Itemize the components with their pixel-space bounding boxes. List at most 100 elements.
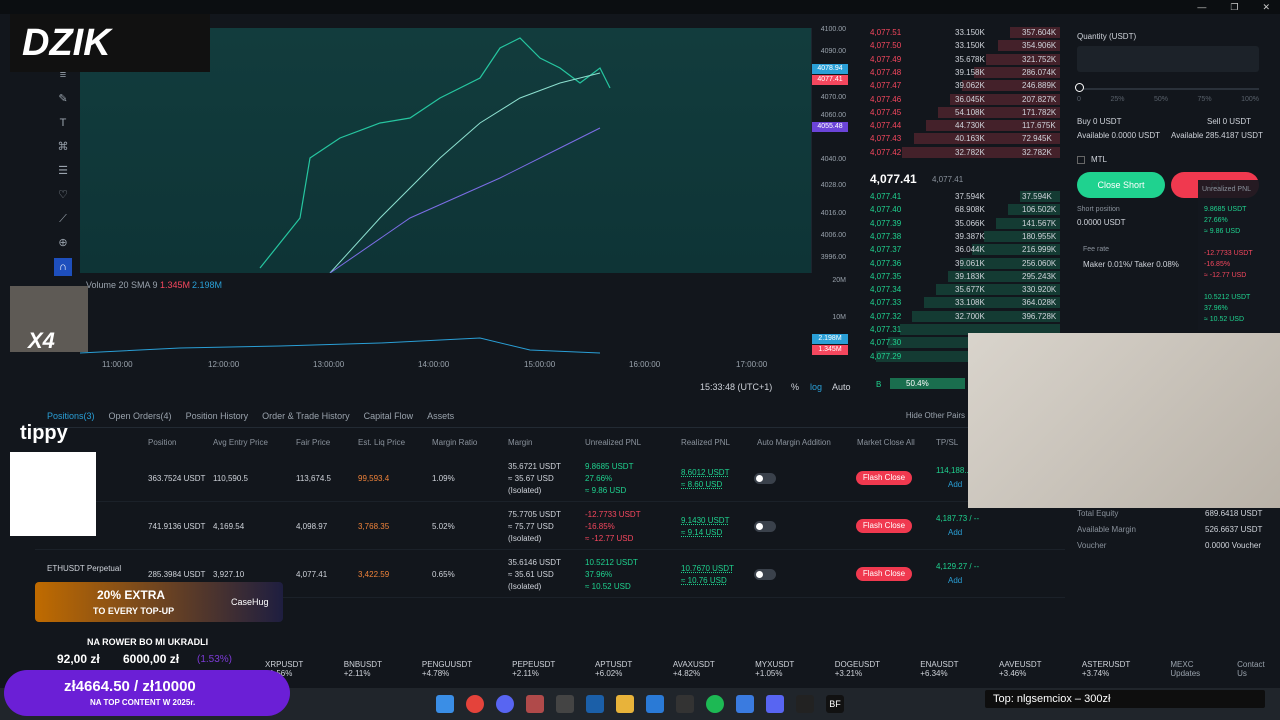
bid-row[interactable]: 4,077.34 35.677K 330.920K: [860, 283, 1060, 296]
spotify-icon[interactable]: [706, 695, 724, 713]
tab-open-orders[interactable]: Open Orders(4): [109, 411, 172, 421]
auto-margin-toggle[interactable]: [754, 521, 776, 532]
app-icon[interactable]: [766, 695, 784, 713]
ask-row[interactable]: 4,077.49 35.678K 321.752K: [860, 53, 1060, 66]
auto-toggle[interactable]: Auto: [832, 382, 851, 392]
tab-position-history[interactable]: Position History: [186, 411, 249, 421]
position-row[interactable]: Perpetual363.7524 USDT110,590.5113,674.5…: [35, 454, 1065, 502]
app-icon[interactable]: BF: [826, 695, 844, 713]
bid-row[interactable]: 4,077.37 36.044K 216.999K: [860, 243, 1060, 256]
mtl-checkbox[interactable]: [1077, 156, 1085, 164]
table-header: Position Avg Entry Price Fair Price Est.…: [35, 438, 1065, 452]
flash-close-button[interactable]: Flash Close: [856, 519, 912, 533]
ticker-item[interactable]: MYXUSDT +1.05%: [755, 660, 821, 678]
bid-row[interactable]: 4,077.35 39.183K 295.243K: [860, 270, 1060, 283]
fib-tool-icon[interactable]: ☰: [54, 162, 72, 180]
position-row[interactable]: Perpetual741.9136 USDT4,169.544,098.973,…: [35, 502, 1065, 550]
auto-margin-toggle[interactable]: [754, 473, 776, 484]
app-icon[interactable]: [526, 695, 544, 713]
minimize-icon[interactable]: —: [1197, 2, 1206, 13]
ask-price: 4,077.42: [870, 147, 902, 157]
ask-row[interactable]: 4,077.47 39.062K 246.889K: [860, 79, 1060, 92]
ticker-item[interactable]: DOGEUSDT +3.21%: [835, 660, 907, 678]
tpsl-add-button[interactable]: Add: [948, 480, 962, 489]
terminal-icon[interactable]: [796, 695, 814, 713]
price-axis: 4100.00 4090.00 4070.00 4060.00 4040.00 …: [812, 14, 860, 384]
ask-row[interactable]: 4,077.45 54.108K 171.782K: [860, 106, 1060, 119]
pencil-icon[interactable]: ✎: [54, 90, 72, 108]
close-short-button[interactable]: Close Short: [1077, 172, 1165, 198]
bid-row[interactable]: 4,077.39 35.066K 141.567K: [860, 217, 1060, 230]
hide-other-pairs[interactable]: Hide Other Pairs: [906, 411, 965, 420]
notes-icon[interactable]: [736, 695, 754, 713]
bid-row[interactable]: 4,077.33 33.108K 364.028K: [860, 296, 1060, 309]
percent-toggle[interactable]: %: [791, 382, 799, 392]
ticker-item[interactable]: ENAUSDT +6.34%: [920, 660, 985, 678]
bid-size: 35.677K: [955, 285, 985, 295]
bid-row[interactable]: 4,077.38 39.387K 180.955K: [860, 230, 1060, 243]
slider-handle[interactable]: [1075, 83, 1084, 92]
ticker-item[interactable]: PENGUUSDT +4.78%: [422, 660, 498, 678]
quantity-input[interactable]: [1077, 46, 1259, 72]
heart-icon[interactable]: ♡: [54, 186, 72, 204]
discord-icon[interactable]: [496, 695, 514, 713]
ask-row[interactable]: 4,077.42 32.782K 32.782K: [860, 146, 1060, 159]
qty-slider[interactable]: [1077, 88, 1259, 90]
auto-margin-toggle[interactable]: [754, 569, 776, 580]
ask-row[interactable]: 4,077.51 33.150K 357.604K: [860, 26, 1060, 39]
folder-icon[interactable]: [616, 695, 634, 713]
ask-row[interactable]: 4,077.43 40.163K 72.945K: [860, 132, 1060, 145]
bid-row[interactable]: 4,077.40 68.908K 106.502K: [860, 203, 1060, 216]
tpsl-add-button[interactable]: Add: [948, 528, 962, 537]
ruler-icon[interactable]: ⟋: [54, 210, 72, 228]
bid-row[interactable]: 4,077.32 32.700K 396.728K: [860, 310, 1060, 323]
ask-row[interactable]: 4,077.48 39.158K 286.074K: [860, 66, 1060, 79]
ticker-item[interactable]: PEPEUSDT +2.11%: [512, 660, 581, 678]
magnet-icon[interactable]: ∩: [54, 258, 72, 276]
bid-size: 39.387K: [955, 231, 985, 241]
zoom-icon[interactable]: ⊕: [54, 234, 72, 252]
flash-close-button[interactable]: Flash Close: [856, 567, 912, 581]
ticker-item[interactable]: BNBUSDT +2.11%: [344, 660, 408, 678]
steam-icon[interactable]: [586, 695, 604, 713]
ticker-item[interactable]: AVAXUSDT +4.82%: [673, 660, 741, 678]
tab-assets[interactable]: Assets: [427, 411, 454, 421]
ticker-item[interactable]: MEXC Updates: [1170, 660, 1223, 678]
ask-row[interactable]: 4,077.50 33.150K 354.906K: [860, 39, 1060, 52]
windows-start-icon[interactable]: [436, 695, 454, 713]
text-tool-icon[interactable]: T: [54, 114, 72, 132]
log-toggle[interactable]: log: [810, 382, 822, 392]
app-icon[interactable]: [556, 695, 574, 713]
ticker-item[interactable]: AAVEUSDT +3.46%: [999, 660, 1068, 678]
tab-positions[interactable]: Positions(3): [47, 411, 95, 421]
ticker-item[interactable]: APTUSDT +6.02%: [595, 660, 659, 678]
margin-line: ≈ 35.61 USD: [508, 570, 554, 579]
ticker-item[interactable]: ASTERUSDT +3.74%: [1082, 660, 1157, 678]
liq-price: 99,593.4: [358, 474, 390, 483]
bid-total: 180.955K: [1022, 231, 1057, 241]
chrome-icon[interactable]: [466, 695, 484, 713]
close-icon[interactable]: ✕: [1262, 2, 1270, 13]
tick: 100%: [1241, 96, 1259, 103]
col-header: Unrealized PNL: [585, 438, 642, 447]
margin-line: 75.7705 USDT: [508, 510, 561, 519]
tab-capital-flow[interactable]: Capital Flow: [364, 411, 414, 421]
window-controls: — ❐ ✕: [1197, 2, 1270, 13]
bid-row[interactable]: 4,077.36 39.061K 256.060K: [860, 257, 1060, 270]
node-tool-icon[interactable]: ⌘: [54, 138, 72, 156]
app-icon[interactable]: [676, 695, 694, 713]
ticker-item[interactable]: Contact Us: [1237, 660, 1275, 678]
bid-row[interactable]: 4,077.41 37.594K 37.594K: [860, 190, 1060, 203]
tab-order-trade-history[interactable]: Order & Trade History: [262, 411, 350, 421]
y-label: 4028.00: [820, 182, 846, 189]
tpsl-add-button[interactable]: Add: [948, 576, 962, 585]
pnl-mini-widget: Unrealized PNL 9.8685 USDT 27.66% ≈ 9.86…: [1198, 180, 1280, 330]
qty-label: Quantity (USDT): [1077, 32, 1137, 41]
maximize-icon[interactable]: ❐: [1230, 2, 1238, 13]
flash-close-button[interactable]: Flash Close: [856, 471, 912, 485]
ask-row[interactable]: 4,077.46 36.045K 207.827K: [860, 93, 1060, 106]
ask-row[interactable]: 4,077.44 44.730K 117.675K: [860, 119, 1060, 132]
promo-banner: 20% EXTRA TO EVERY TOP-UP CaseHug: [35, 582, 283, 622]
tippy-label: tippy: [20, 422, 68, 444]
app-icon[interactable]: [646, 695, 664, 713]
